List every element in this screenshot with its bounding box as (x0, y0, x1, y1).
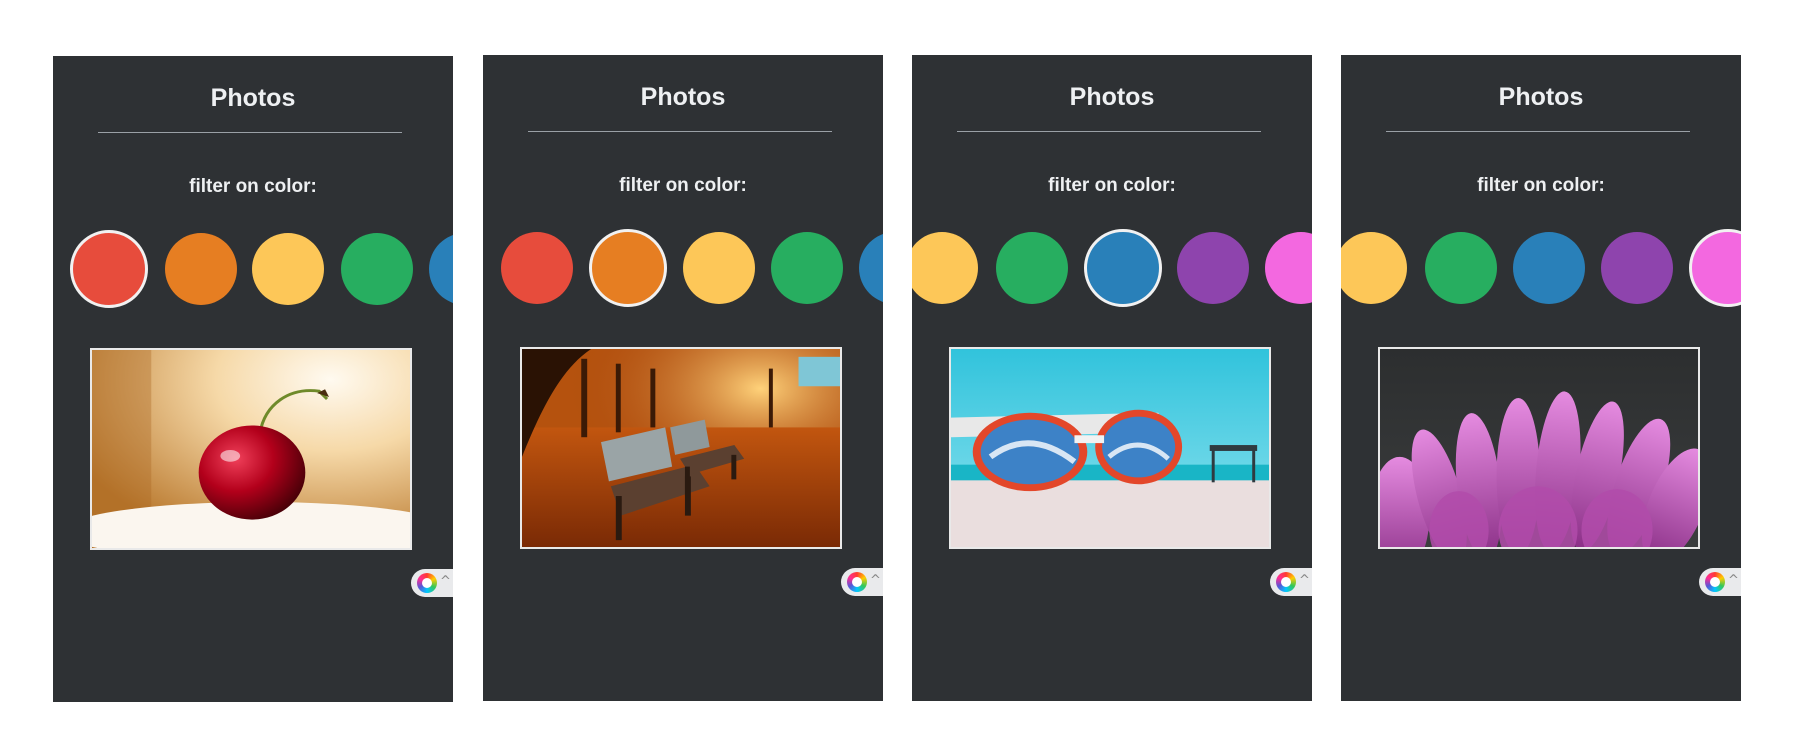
autumn-benches-image (522, 349, 840, 547)
chevron-up-icon: ^ (870, 573, 881, 588)
filter-label: filter on color: (189, 176, 317, 197)
color-swatch-yellow[interactable] (252, 233, 324, 305)
color-swatch-blue[interactable] (1084, 229, 1162, 307)
color-wheel-icon (1705, 572, 1725, 592)
page-title: Photos (1498, 83, 1584, 111)
color-widget[interactable]: ^ (411, 569, 453, 597)
color-swatch-green[interactable] (771, 232, 843, 304)
color-widget[interactable]: ^ (1699, 568, 1741, 596)
color-swatch-yellow[interactable] (912, 232, 978, 304)
purple-flower-image (1380, 349, 1698, 547)
color-swatch-yellow[interactable] (683, 232, 755, 304)
color-widget[interactable]: ^ (1270, 568, 1312, 596)
photo-sunglasses[interactable] (949, 347, 1271, 549)
color-wheel-icon (417, 573, 437, 593)
color-swatch-pink[interactable] (1689, 229, 1741, 307)
color-swatch-blue[interactable] (429, 233, 453, 305)
cherry-image (92, 350, 410, 548)
photos-panel-red: Photos filter on color: ^ (53, 56, 453, 702)
divider (528, 131, 832, 132)
color-swatch-green[interactable] (996, 232, 1068, 304)
photos-panel-pink: Photos filter on color: ^ (1341, 55, 1741, 701)
filter-label: filter on color: (1477, 175, 1605, 196)
page-title: Photos (210, 84, 296, 112)
color-swatch-red[interactable] (70, 230, 148, 308)
color-swatch-red[interactable] (501, 232, 573, 304)
color-swatch-green[interactable] (1425, 232, 1497, 304)
color-swatch-orange[interactable] (589, 229, 667, 307)
color-swatch-pink[interactable] (1265, 232, 1312, 304)
color-wheel-icon (1276, 572, 1296, 592)
chevron-up-icon: ^ (1299, 573, 1310, 588)
color-wheel-icon (847, 572, 867, 592)
color-swatch-yellow[interactable] (1341, 232, 1407, 304)
filter-label: filter on color: (619, 175, 747, 196)
page-title: Photos (1069, 83, 1155, 111)
color-swatch-orange[interactable] (165, 233, 237, 305)
sunglasses-beach-image (951, 349, 1269, 547)
color-swatch-purple[interactable] (1177, 232, 1249, 304)
color-swatch-blue[interactable] (1513, 232, 1585, 304)
divider (1386, 131, 1690, 132)
divider (98, 132, 402, 133)
photo-purple-flower[interactable] (1378, 347, 1700, 549)
photos-panel-orange: Photos filter on color: ^ (483, 55, 883, 701)
color-swatch-purple[interactable] (1601, 232, 1673, 304)
photos-panel-blue: Photos filter on color: ^ (912, 55, 1312, 701)
page-title: Photos (640, 83, 726, 111)
photo-autumn-park[interactable] (520, 347, 842, 549)
chevron-up-icon: ^ (440, 574, 451, 589)
photo-cherry[interactable] (90, 348, 412, 550)
color-widget[interactable]: ^ (841, 568, 883, 596)
chevron-up-icon: ^ (1728, 573, 1739, 588)
color-swatch-blue[interactable] (859, 232, 883, 304)
filter-label: filter on color: (1048, 175, 1176, 196)
divider (957, 131, 1261, 132)
color-swatch-green[interactable] (341, 233, 413, 305)
